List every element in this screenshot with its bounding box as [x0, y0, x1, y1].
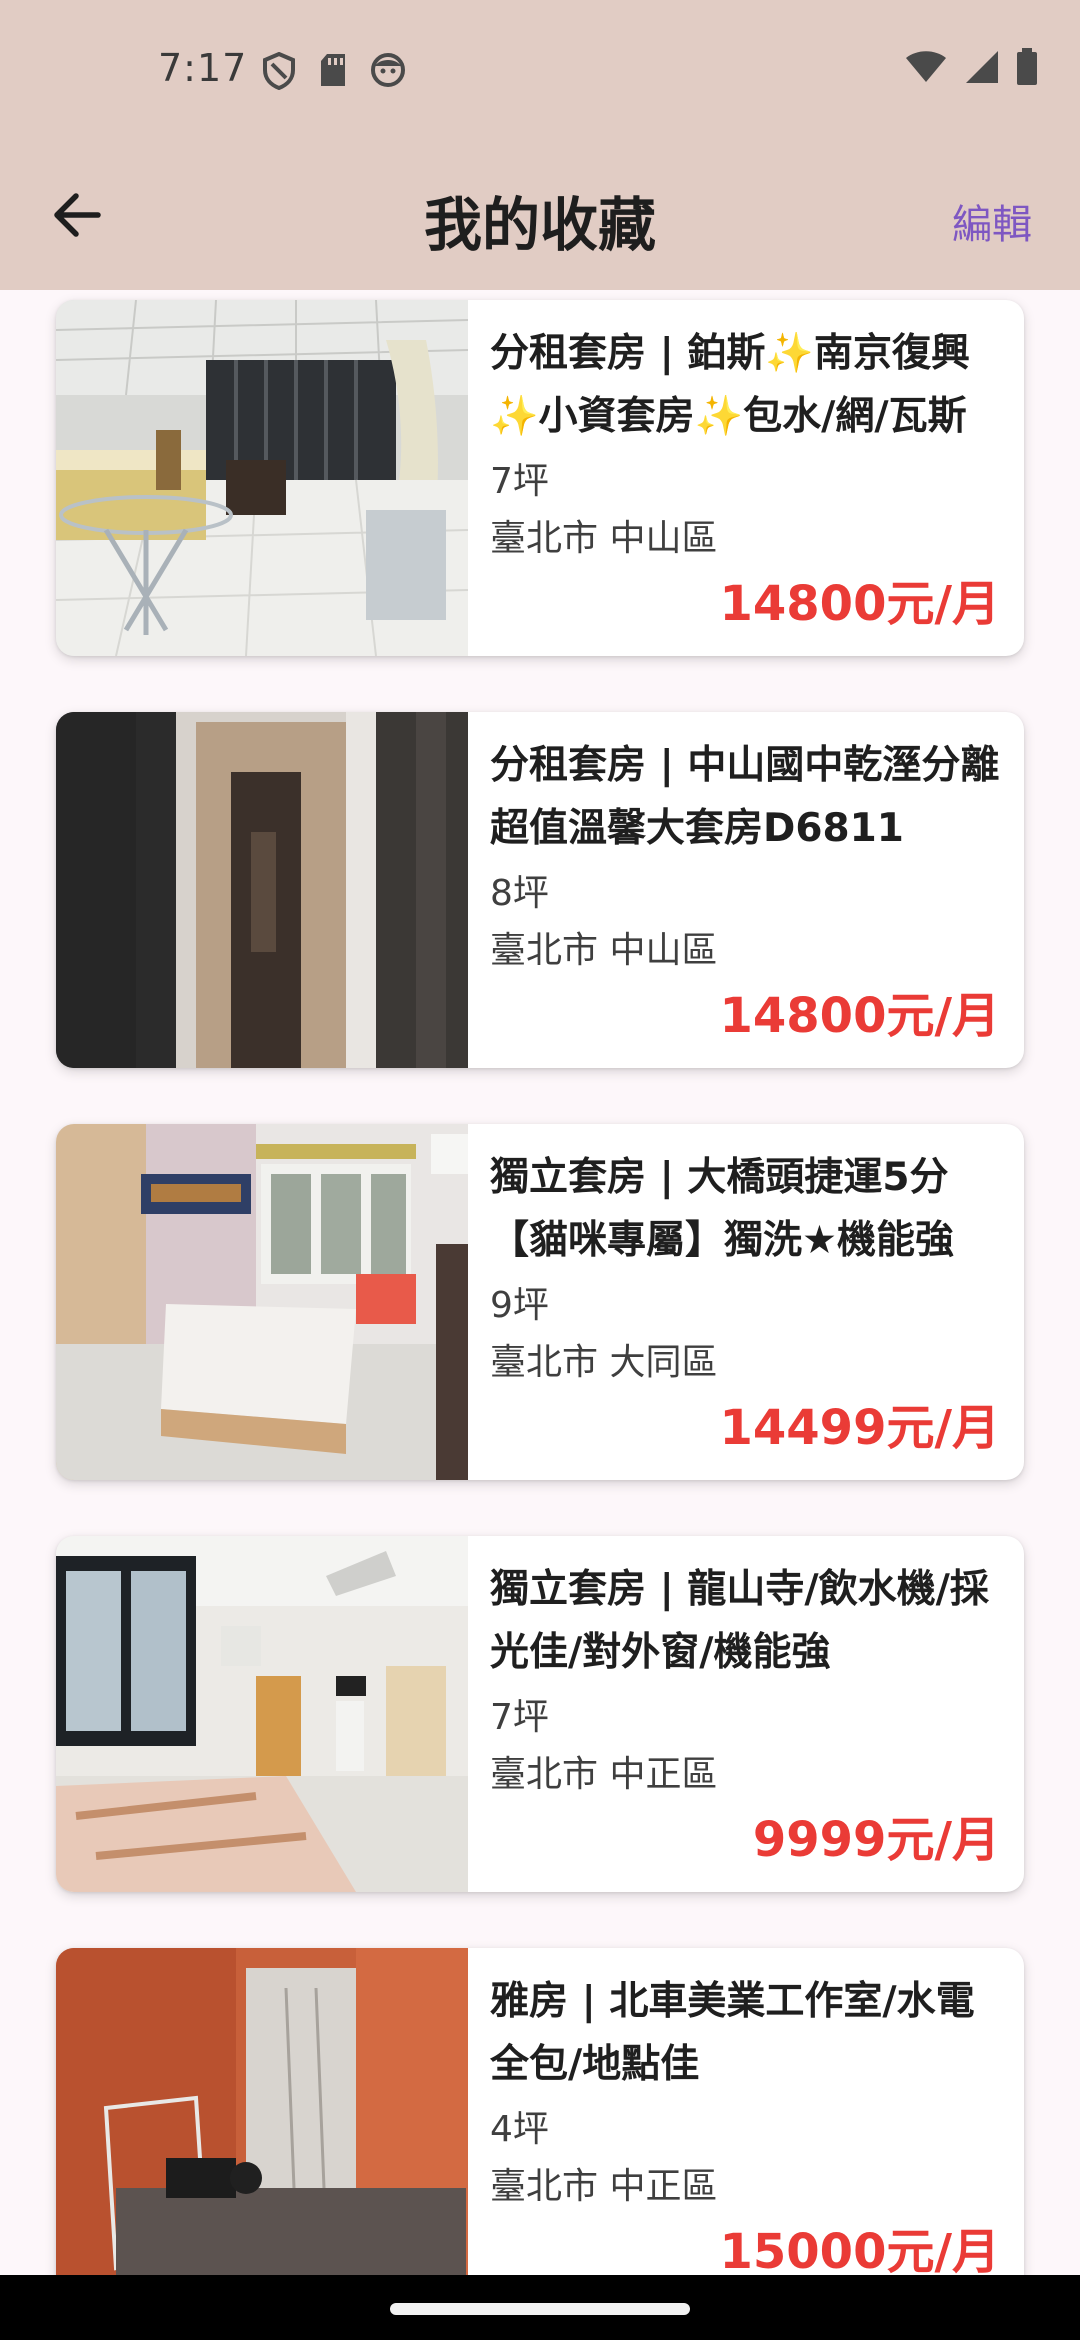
listing-title: 獨立套房 | 大橋頭捷運5分【貓咪專屬】獨洗★機能強: [490, 1155, 954, 1263]
listing-location: 臺北市 中山區: [490, 930, 718, 971]
listing-title: 分租套房 | 中山國中乾溼分離超值溫馨大套房D6811: [490, 743, 1000, 851]
page-title: 我的收藏: [423, 191, 656, 259]
listing-location: 臺北市 大同區: [490, 1342, 718, 1383]
shield-icon: [263, 52, 295, 90]
favorites-list[interactable]: 分租套房 | 鉑斯✨南京復興✨小資套房✨包水/網/瓦斯 7坪 臺北市 中山區 1…: [0, 290, 1080, 2275]
listing-location: 臺北市 中正區: [490, 1754, 718, 1795]
status-bar: 7:17: [0, 0, 1080, 140]
listing-card[interactable]: 雅房 | 北車美業工作室/水電全包/地點佳 4坪 臺北市 中正區 15000元/…: [56, 1948, 1024, 2275]
listing-info: 雅房 | 北車美業工作室/水電全包/地點佳 4坪 臺北市 中正區: [490, 1970, 1000, 2216]
signal-icon: [966, 51, 998, 83]
listing-card[interactable]: 分租套房 | 中山國中乾溼分離超值溫馨大套房D6811 8坪 臺北市 中山區 1…: [56, 712, 1024, 1068]
listing-info: 獨立套房 | 龍山寺/飲水機/採光佳/對外窗/機能強 7坪 臺北市 中正區: [490, 1558, 1000, 1804]
listing-location: 臺北市 中正區: [490, 2166, 718, 2207]
listing-card[interactable]: 分租套房 | 鉑斯✨南京復興✨小資套房✨包水/網/瓦斯 7坪 臺北市 中山區 1…: [56, 300, 1024, 656]
listing-size: 7坪: [490, 1697, 549, 1738]
listing-size: 7坪: [490, 461, 549, 502]
listing-price: 15000元/月: [719, 2224, 1000, 2275]
status-icons-right: [904, 48, 1038, 86]
listing-price: 14499元/月: [719, 1400, 1000, 1456]
listing-size: 8坪: [490, 873, 549, 914]
face-icon: [371, 53, 405, 87]
listing-price: 14800元/月: [719, 576, 1000, 632]
listing-photo: [56, 1124, 468, 1480]
listing-photo: [56, 1536, 468, 1892]
listing-title: 雅房 | 北車美業工作室/水電全包/地點佳: [490, 1979, 975, 2087]
listing-location: 臺北市 中山區: [490, 518, 718, 559]
listing-photo: [56, 300, 468, 656]
listing-card[interactable]: 獨立套房 | 大橋頭捷運5分【貓咪專屬】獨洗★機能強 9坪 臺北市 大同區 14…: [56, 1124, 1024, 1480]
listing-title: 獨立套房 | 龍山寺/飲水機/採光佳/對外窗/機能強: [490, 1567, 989, 1675]
listing-photo: [56, 1948, 468, 2275]
system-nav-bar: [0, 2275, 1080, 2340]
listing-info: 分租套房 | 鉑斯✨南京復興✨小資套房✨包水/網/瓦斯 7坪 臺北市 中山區: [490, 322, 1000, 568]
edit-button[interactable]: 編輯: [952, 192, 1032, 250]
status-time: 7:17: [158, 46, 248, 90]
listing-size: 4坪: [490, 2109, 549, 2150]
status-icons-left: [262, 52, 406, 90]
home-gesture-handle[interactable]: [390, 2303, 690, 2315]
listing-info: 分租套房 | 中山國中乾溼分離超值溫馨大套房D6811 8坪 臺北市 中山區: [490, 734, 1000, 980]
sd-card-icon: [321, 54, 345, 86]
listing-info: 獨立套房 | 大橋頭捷運5分【貓咪專屬】獨洗★機能強 9坪 臺北市 大同區: [490, 1146, 1000, 1392]
listing-price: 14800元/月: [719, 988, 1000, 1044]
listing-photo: [56, 712, 468, 1068]
app-bar: 我的收藏 編輯: [0, 140, 1080, 290]
battery-icon: [1017, 48, 1037, 85]
wifi-icon: [906, 51, 946, 82]
listing-title: 分租套房 | 鉑斯✨南京復興✨小資套房✨包水/網/瓦斯: [490, 331, 970, 439]
listing-card[interactable]: 獨立套房 | 龍山寺/飲水機/採光佳/對外窗/機能強 7坪 臺北市 中正區 99…: [56, 1536, 1024, 1892]
listing-price: 9999元/月: [752, 1812, 1000, 1868]
listing-size: 9坪: [490, 1285, 549, 1326]
